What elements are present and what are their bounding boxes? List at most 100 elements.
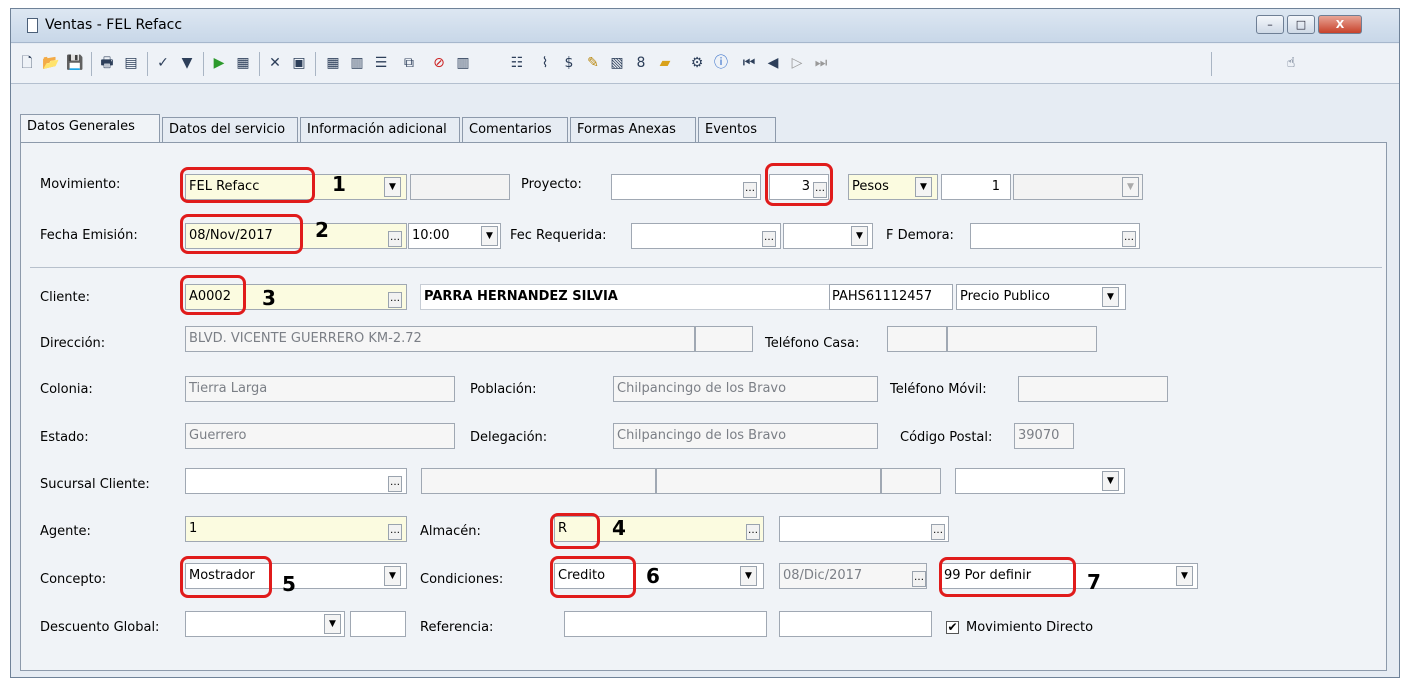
- fec-requerida-field[interactable]: [631, 223, 781, 249]
- almacen-label: Almacén:: [420, 524, 481, 539]
- validate-icon[interactable]: ✎: [583, 53, 603, 73]
- vencimiento-field: 08/Dic/2017: [779, 563, 927, 589]
- delete-icon[interactable]: ✕: [265, 53, 285, 73]
- maximize-button[interactable]: □: [1287, 15, 1315, 34]
- clipboard-icon[interactable]: ▣: [289, 53, 309, 73]
- spellcheck-icon[interactable]: ✓: [153, 53, 173, 73]
- almacen-extra-field[interactable]: [779, 516, 949, 542]
- calendar-button[interactable]: …: [1122, 231, 1136, 247]
- tab-comentarios[interactable]: Comentarios: [462, 117, 568, 142]
- tab-datos-servicio[interactable]: Datos del servicio: [162, 117, 298, 142]
- concepto-label: Concepto:: [40, 572, 107, 587]
- next-record-icon[interactable]: ▷: [787, 53, 807, 73]
- properties-icon[interactable]: ⚙: [687, 53, 707, 73]
- first-record-icon[interactable]: ⏮: [739, 53, 759, 73]
- save-icon[interactable]: 💾: [65, 53, 85, 73]
- sucursal-cliente-field[interactable]: [185, 468, 407, 494]
- f-demora-field[interactable]: [970, 223, 1140, 249]
- descuento-global-select[interactable]: [185, 611, 345, 637]
- movimiento-directo-checkbox[interactable]: ✔: [946, 621, 959, 634]
- previous-record-icon[interactable]: ◀: [763, 53, 783, 73]
- tipo-cambio-field[interactable]: 1: [941, 174, 1011, 200]
- attachment-icon[interactable]: ⌇: [535, 53, 555, 73]
- f-demora-label: F Demora:: [886, 228, 954, 243]
- sucursal-select[interactable]: [955, 468, 1125, 494]
- list-icon[interactable]: ☰: [371, 53, 391, 73]
- calendar-button[interactable]: …: [762, 231, 776, 247]
- form-icon[interactable]: ▥: [347, 53, 367, 73]
- chevron-down-icon[interactable]: ▼: [851, 226, 868, 246]
- grid-icon[interactable]: ▦: [323, 53, 343, 73]
- ellipsis-button[interactable]: …: [388, 476, 402, 492]
- annotation-number: 3: [262, 286, 276, 310]
- colonia-field: Tierra Larga: [185, 376, 455, 402]
- chevron-down-icon: ▼: [1122, 177, 1139, 197]
- calendar-button[interactable]: …: [388, 231, 402, 247]
- telefono-movil-field: [1018, 376, 1168, 402]
- ellipsis-button[interactable]: …: [746, 524, 760, 540]
- folder-icon[interactable]: ▰: [655, 53, 675, 73]
- annotation-highlight-condiciones: [550, 556, 636, 598]
- tab-formas-anexas[interactable]: Formas Anexas: [570, 117, 696, 142]
- direccion-field: BLVD. VICENTE GUERRERO KM-2.72: [185, 326, 695, 352]
- chevron-down-icon[interactable]: ▼: [384, 177, 401, 197]
- telefono-casa-lada: [887, 326, 947, 352]
- fec-requerida-label: Fec Requerida:: [510, 228, 607, 243]
- annotation-highlight-almacen: [550, 513, 600, 549]
- tab-datos-generales[interactable]: Datos Generales: [20, 114, 160, 142]
- codigo-postal-field: 39070: [1014, 423, 1074, 449]
- title-bar: Ventas - FEL Refacc – □ X: [11, 9, 1399, 43]
- delegacion-label: Delegación:: [470, 430, 548, 445]
- new-document-icon[interactable]: 🗋: [17, 53, 37, 73]
- play-icon[interactable]: ▶: [209, 53, 229, 73]
- chevron-down-icon[interactable]: ▼: [1176, 566, 1193, 586]
- chevron-down-icon[interactable]: ▼: [324, 614, 341, 634]
- info-icon[interactable]: ⓘ: [711, 53, 731, 73]
- referencia-extra-field[interactable]: [779, 611, 932, 637]
- sucursal-extra-field: [881, 468, 941, 494]
- cfdi-icon[interactable]: ▦: [233, 53, 253, 73]
- cliente-label: Cliente:: [40, 290, 91, 305]
- descuento-global-extra[interactable]: [350, 611, 406, 637]
- direccion-extra-field: [695, 326, 753, 352]
- report-icon[interactable]: ▧: [607, 53, 627, 73]
- agent-icon[interactable]: 8: [631, 53, 651, 73]
- print-icon[interactable]: 🖶: [97, 53, 117, 73]
- pointer-icon[interactable]: ☝: [1281, 53, 1301, 73]
- section-divider: [30, 267, 1382, 268]
- tab-informacion-adicional[interactable]: Información adicional: [300, 117, 460, 142]
- calendar-button[interactable]: …: [912, 571, 926, 587]
- chevron-down-icon[interactable]: ▼: [740, 566, 757, 586]
- window-document-icon: [27, 18, 38, 33]
- ellipsis-button[interactable]: …: [931, 524, 945, 540]
- copy-icon[interactable]: ⧉: [399, 53, 419, 73]
- tab-eventos[interactable]: Eventos: [698, 117, 776, 142]
- toolbar: 🗋 📂 💾 🖶 ▤ ✓ ▼ ▶ ▦ ✕ ▣ ▦ ▥ ☰ ⧉ ⊘ ▥ ☷ ⌇ $ …: [11, 44, 1399, 84]
- filter-icon[interactable]: ▼: [177, 53, 197, 73]
- ellipsis-button[interactable]: …: [388, 292, 402, 308]
- preview-icon[interactable]: ▤: [121, 53, 141, 73]
- open-folder-icon[interactable]: 📂: [41, 53, 61, 73]
- poblacion-field: Chilpancingo de los Bravo: [613, 376, 878, 402]
- telefono-casa-field: [947, 326, 1097, 352]
- minimize-button[interactable]: –: [1256, 15, 1284, 34]
- direccion-label: Dirección:: [40, 336, 106, 351]
- chevron-down-icon[interactable]: ▼: [1102, 471, 1119, 491]
- referencia-field[interactable]: [564, 611, 767, 637]
- close-button[interactable]: X: [1318, 15, 1362, 34]
- movimiento-extra-field: [410, 174, 510, 200]
- chevron-down-icon[interactable]: ▼: [1102, 287, 1119, 307]
- currency-icon[interactable]: $: [559, 53, 579, 73]
- checklist-icon[interactable]: ☷: [507, 53, 527, 73]
- chevron-down-icon[interactable]: ▼: [384, 566, 401, 586]
- last-record-icon[interactable]: ⏭: [811, 53, 831, 73]
- chevron-down-icon[interactable]: ▼: [915, 177, 932, 197]
- ellipsis-button[interactable]: …: [388, 524, 402, 540]
- proyecto-field[interactable]: [611, 174, 761, 200]
- chevron-down-icon[interactable]: ▼: [481, 226, 498, 246]
- agente-field[interactable]: 1: [185, 516, 407, 542]
- cancel-icon[interactable]: ⊘: [429, 53, 449, 73]
- ellipsis-button[interactable]: …: [743, 182, 757, 198]
- barcode-icon[interactable]: ▥: [453, 53, 473, 73]
- lista-precios-select[interactable]: Precio Publico: [956, 284, 1126, 310]
